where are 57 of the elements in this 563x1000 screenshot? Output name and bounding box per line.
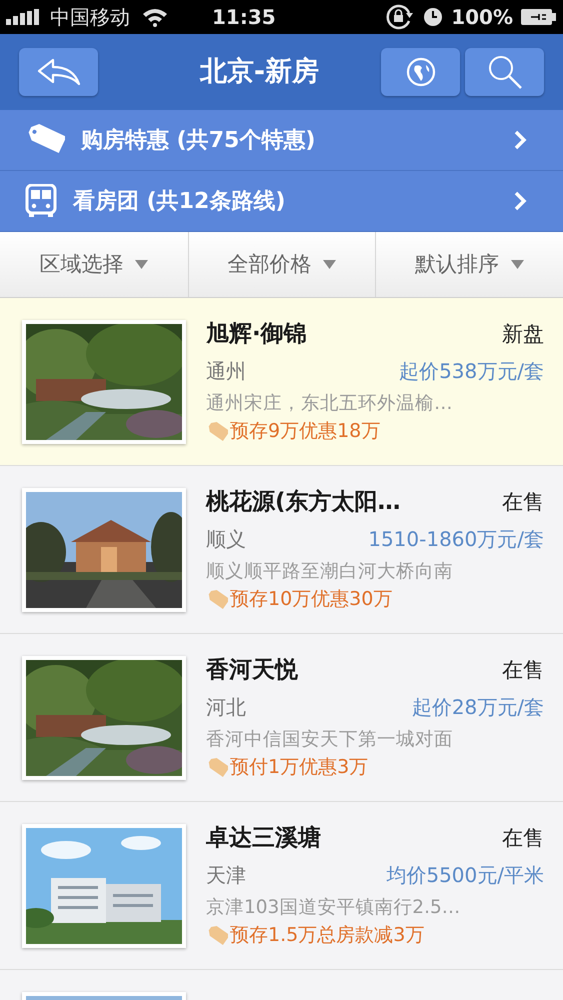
status-label: 在售: [502, 825, 544, 852]
listing-name: 旭辉·御锦: [206, 320, 307, 350]
tag-icon: [206, 758, 228, 778]
promo-label: 购房特惠 (共75个特惠): [81, 126, 316, 154]
tag-icon: [206, 926, 228, 946]
filter-dropdown[interactable]: 区域选择: [0, 232, 188, 297]
battery-icon: [521, 8, 557, 26]
price-label: 均价5500元/平米: [386, 862, 544, 889]
bus-icon: [25, 184, 57, 218]
listing-row[interactable]: 旭辉·御锦 新盘 通州 起价538万元/套 通州宋庄，东北五环外温榆… 预存9万优惠18万: [0, 298, 563, 466]
district-label: 通州: [206, 358, 246, 385]
promo-row[interactable]: 购房特惠 (共75个特惠): [0, 110, 563, 171]
signal-icon: [6, 9, 42, 25]
status-label: 在售: [502, 489, 544, 516]
address-text: 通州宋庄，东北五环外温榆…: [206, 392, 454, 416]
offer-text: 预存9万优惠18万: [230, 419, 380, 444]
caret-down-icon: [323, 260, 336, 269]
caret-down-icon: [135, 260, 148, 269]
back-arrow-icon: [36, 58, 80, 86]
price-label: 1510-1860万元/套: [368, 526, 544, 553]
search-button[interactable]: [465, 48, 544, 96]
listing-name: 香河天悦: [206, 656, 298, 686]
chevron-right-icon: [513, 190, 527, 212]
rotation-lock-icon: [385, 4, 416, 30]
offer-text: 预付1万优惠3万: [230, 755, 368, 780]
map-button[interactable]: [381, 48, 460, 96]
district-label: 河北: [206, 694, 246, 721]
district-label: 顺义: [206, 526, 246, 553]
chevron-right-icon: [513, 129, 527, 151]
district-label: 天津: [206, 862, 246, 889]
listing-name: 卓达三溪塘: [206, 824, 321, 854]
address-text: 香河中信国安天下第一城对面: [206, 728, 454, 752]
battery-percent: 100%: [451, 4, 513, 31]
filter-dropdown[interactable]: 全部价格: [188, 232, 376, 297]
clock-time: 11:35: [212, 4, 276, 31]
price-label: 起价538万元/套: [399, 358, 544, 385]
promo-row[interactable]: 看房团 (共12条路线): [0, 171, 563, 232]
wifi-icon: [142, 7, 168, 27]
alarm-icon: [423, 7, 444, 27]
listing-name: 桃花源(东方太阳…: [206, 488, 401, 518]
caret-down-icon: [511, 260, 524, 269]
offer-text: 预存10万优惠30万: [230, 587, 392, 612]
carrier-name: 中国移动: [50, 4, 130, 31]
back-button[interactable]: [19, 48, 98, 96]
status-label: 在售: [502, 657, 544, 684]
tag-icon: [206, 590, 228, 610]
globe-icon: [406, 57, 436, 87]
status-label: 新盘: [502, 321, 544, 348]
address-text: 京津103国道安平镇南行2.5…: [206, 896, 462, 920]
filter-dropdown[interactable]: 默认排序: [375, 232, 563, 297]
price-label: 起价28万元/套: [412, 694, 544, 721]
tag-icon: [206, 422, 228, 442]
search-icon: [486, 54, 522, 90]
address-text: 顺义顺平路至潮白河大桥向南: [206, 560, 454, 584]
promo-label: 看房团 (共12条路线): [73, 188, 286, 216]
offer-text: 预存1.5万总房款减3万: [230, 923, 424, 948]
page-title: 北京-新房: [198, 54, 320, 89]
